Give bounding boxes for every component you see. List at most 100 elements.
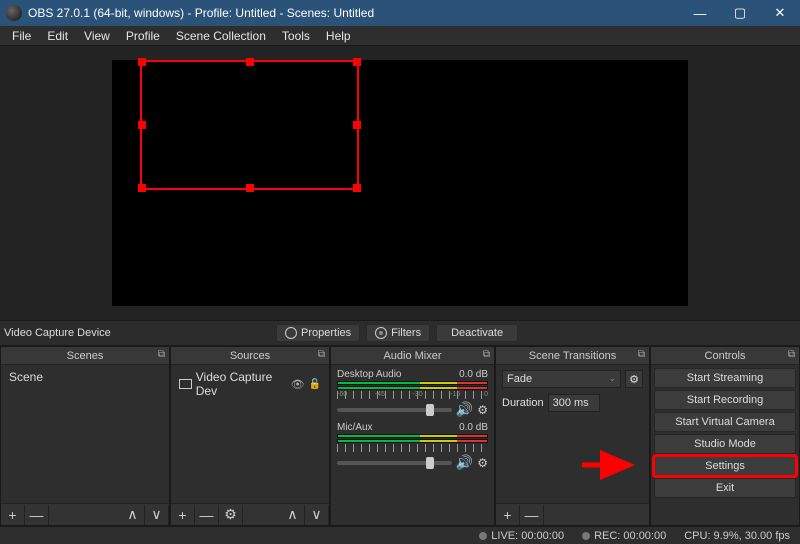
transition-settings-button[interactable]: ⚙	[625, 370, 643, 388]
status-cpu: CPU: 9.9%, 30.00 fps	[684, 530, 790, 542]
selection-box[interactable]	[140, 60, 359, 190]
remove-transition-button[interactable]: —	[520, 505, 544, 525]
start-virtual-camera-button[interactable]: Start Virtual Camera	[654, 412, 796, 432]
transition-select[interactable]: Fade⌄	[502, 370, 621, 388]
scenes-dock: Scenes⧉ Scene + — ∧ ∨	[0, 346, 170, 526]
source-toolbar: Video Capture Device Properties Filters …	[0, 320, 800, 346]
transitions-dock: Scene Transitions⧉ Fade⌄ ⚙ Duration 300 …	[495, 346, 650, 526]
exit-button[interactable]: Exit	[654, 478, 796, 498]
menu-bar: File Edit View Profile Scene Collection …	[0, 26, 800, 46]
db-scale	[337, 444, 488, 452]
controls-dock: Controls⧉ Start Streaming Start Recordin…	[650, 346, 800, 526]
controls-header: Controls⧉	[651, 347, 799, 365]
scene-up-button[interactable]: ∧	[121, 505, 145, 525]
status-rec: REC: 00:00:00	[582, 530, 666, 542]
start-recording-button[interactable]: Start Recording	[654, 390, 796, 410]
add-source-button[interactable]: +	[171, 505, 195, 525]
menu-help[interactable]: Help	[318, 27, 359, 45]
level-meter	[337, 439, 488, 443]
resize-handle[interactable]	[138, 121, 146, 129]
audio-mixer-dock: Audio Mixer⧉ Desktop Audio 0.0 dB -60 -45…	[330, 346, 495, 526]
undock-icon[interactable]: ⧉	[158, 349, 165, 360]
menu-edit[interactable]: Edit	[39, 27, 76, 45]
menu-file[interactable]: File	[4, 27, 39, 45]
preview-canvas[interactable]	[112, 60, 688, 306]
resize-handle[interactable]	[138, 58, 146, 66]
mixer-channel-mic: Mic/Aux 0.0 dB 🔊 ⚙	[333, 420, 492, 473]
scene-item[interactable]: Scene	[3, 367, 167, 387]
channel-db: 0.0 dB	[459, 369, 488, 380]
filters-button[interactable]: Filters	[366, 324, 430, 342]
window-title: OBS 27.0.1 (64-bit, windows) - Profile: …	[28, 6, 680, 20]
speaker-icon[interactable]: 🔊	[456, 401, 473, 418]
start-streaming-button[interactable]: Start Streaming	[654, 368, 796, 388]
visibility-icon[interactable]: 👁	[291, 378, 305, 391]
resize-handle[interactable]	[353, 58, 361, 66]
live-dot-icon	[479, 532, 487, 540]
chevron-down-icon: ⌄	[608, 373, 616, 385]
duration-label: Duration	[502, 397, 544, 409]
channel-name: Desktop Audio	[337, 369, 402, 380]
settings-button[interactable]: Settings	[654, 456, 796, 476]
transitions-header: Scene Transitions⧉	[496, 347, 649, 365]
undock-icon[interactable]: ⧉	[483, 349, 490, 360]
gear-icon	[285, 327, 297, 339]
level-meter	[337, 386, 488, 390]
source-up-button[interactable]: ∧	[281, 505, 305, 525]
selected-source-label: Video Capture Device	[4, 327, 204, 339]
resize-handle[interactable]	[246, 184, 254, 192]
rec-dot-icon	[582, 532, 590, 540]
gear-icon: ⚙	[629, 373, 639, 386]
volume-slider[interactable]	[337, 408, 452, 412]
slider-thumb[interactable]	[426, 457, 434, 469]
studio-mode-button[interactable]: Studio Mode	[654, 434, 796, 454]
resize-handle[interactable]	[353, 184, 361, 192]
deactivate-button[interactable]: Deactivate	[436, 324, 518, 342]
mixer-header: Audio Mixer⧉	[331, 347, 494, 365]
status-bar: LIVE: 00:00:00 REC: 00:00:00 CPU: 9.9%, …	[0, 526, 800, 544]
scenes-header: Scenes⧉	[1, 347, 169, 365]
menu-scene-collection[interactable]: Scene Collection	[168, 27, 274, 45]
lock-icon[interactable]: 🔓	[309, 379, 321, 390]
level-meter	[337, 434, 488, 438]
slider-thumb[interactable]	[426, 404, 434, 416]
volume-slider[interactable]	[337, 461, 452, 465]
scene-down-button[interactable]: ∨	[145, 505, 169, 525]
gear-icon[interactable]: ⚙	[477, 456, 488, 470]
channel-name: Mic/Aux	[337, 422, 373, 433]
menu-view[interactable]: View	[76, 27, 118, 45]
menu-tools[interactable]: Tools	[274, 27, 318, 45]
properties-button[interactable]: Properties	[276, 324, 360, 342]
source-item[interactable]: Video Capture Dev 👁 🔓	[173, 367, 327, 401]
sources-dock: Sources⧉ Video Capture Dev 👁 🔓 + — ⚙ ∧ ∨	[170, 346, 330, 526]
preview-area[interactable]	[0, 46, 800, 320]
undock-icon[interactable]: ⧉	[788, 349, 795, 360]
title-bar: OBS 27.0.1 (64-bit, windows) - Profile: …	[0, 0, 800, 26]
resize-handle[interactable]	[353, 121, 361, 129]
remove-scene-button[interactable]: —	[25, 505, 49, 525]
db-scale: -60 -45 -30 -15 0	[337, 391, 488, 399]
add-scene-button[interactable]: +	[1, 505, 25, 525]
add-transition-button[interactable]: +	[496, 505, 520, 525]
source-properties-button[interactable]: ⚙	[219, 505, 243, 525]
status-live: LIVE: 00:00:00	[479, 530, 564, 542]
sources-header: Sources⧉	[171, 347, 329, 365]
filters-icon	[375, 327, 387, 339]
source-down-button[interactable]: ∨	[305, 505, 329, 525]
gear-icon[interactable]: ⚙	[477, 403, 488, 417]
undock-icon[interactable]: ⧉	[318, 349, 325, 360]
resize-handle[interactable]	[246, 58, 254, 66]
menu-profile[interactable]: Profile	[118, 27, 168, 45]
maximize-button[interactable]: ▢	[720, 0, 760, 26]
speaker-icon[interactable]: 🔊	[456, 454, 473, 471]
obs-logo-icon	[6, 5, 22, 21]
undock-icon[interactable]: ⧉	[638, 349, 645, 360]
channel-db: 0.0 dB	[459, 422, 488, 433]
mixer-channel-desktop: Desktop Audio0.0 dB -60 -45 -30 -15 0 🔊 …	[333, 367, 492, 420]
remove-source-button[interactable]: —	[195, 505, 219, 525]
level-meter	[337, 381, 488, 385]
duration-input[interactable]: 300 ms	[548, 394, 600, 412]
resize-handle[interactable]	[138, 184, 146, 192]
close-button[interactable]: ✕	[760, 0, 800, 26]
minimize-button[interactable]: —	[680, 0, 720, 26]
